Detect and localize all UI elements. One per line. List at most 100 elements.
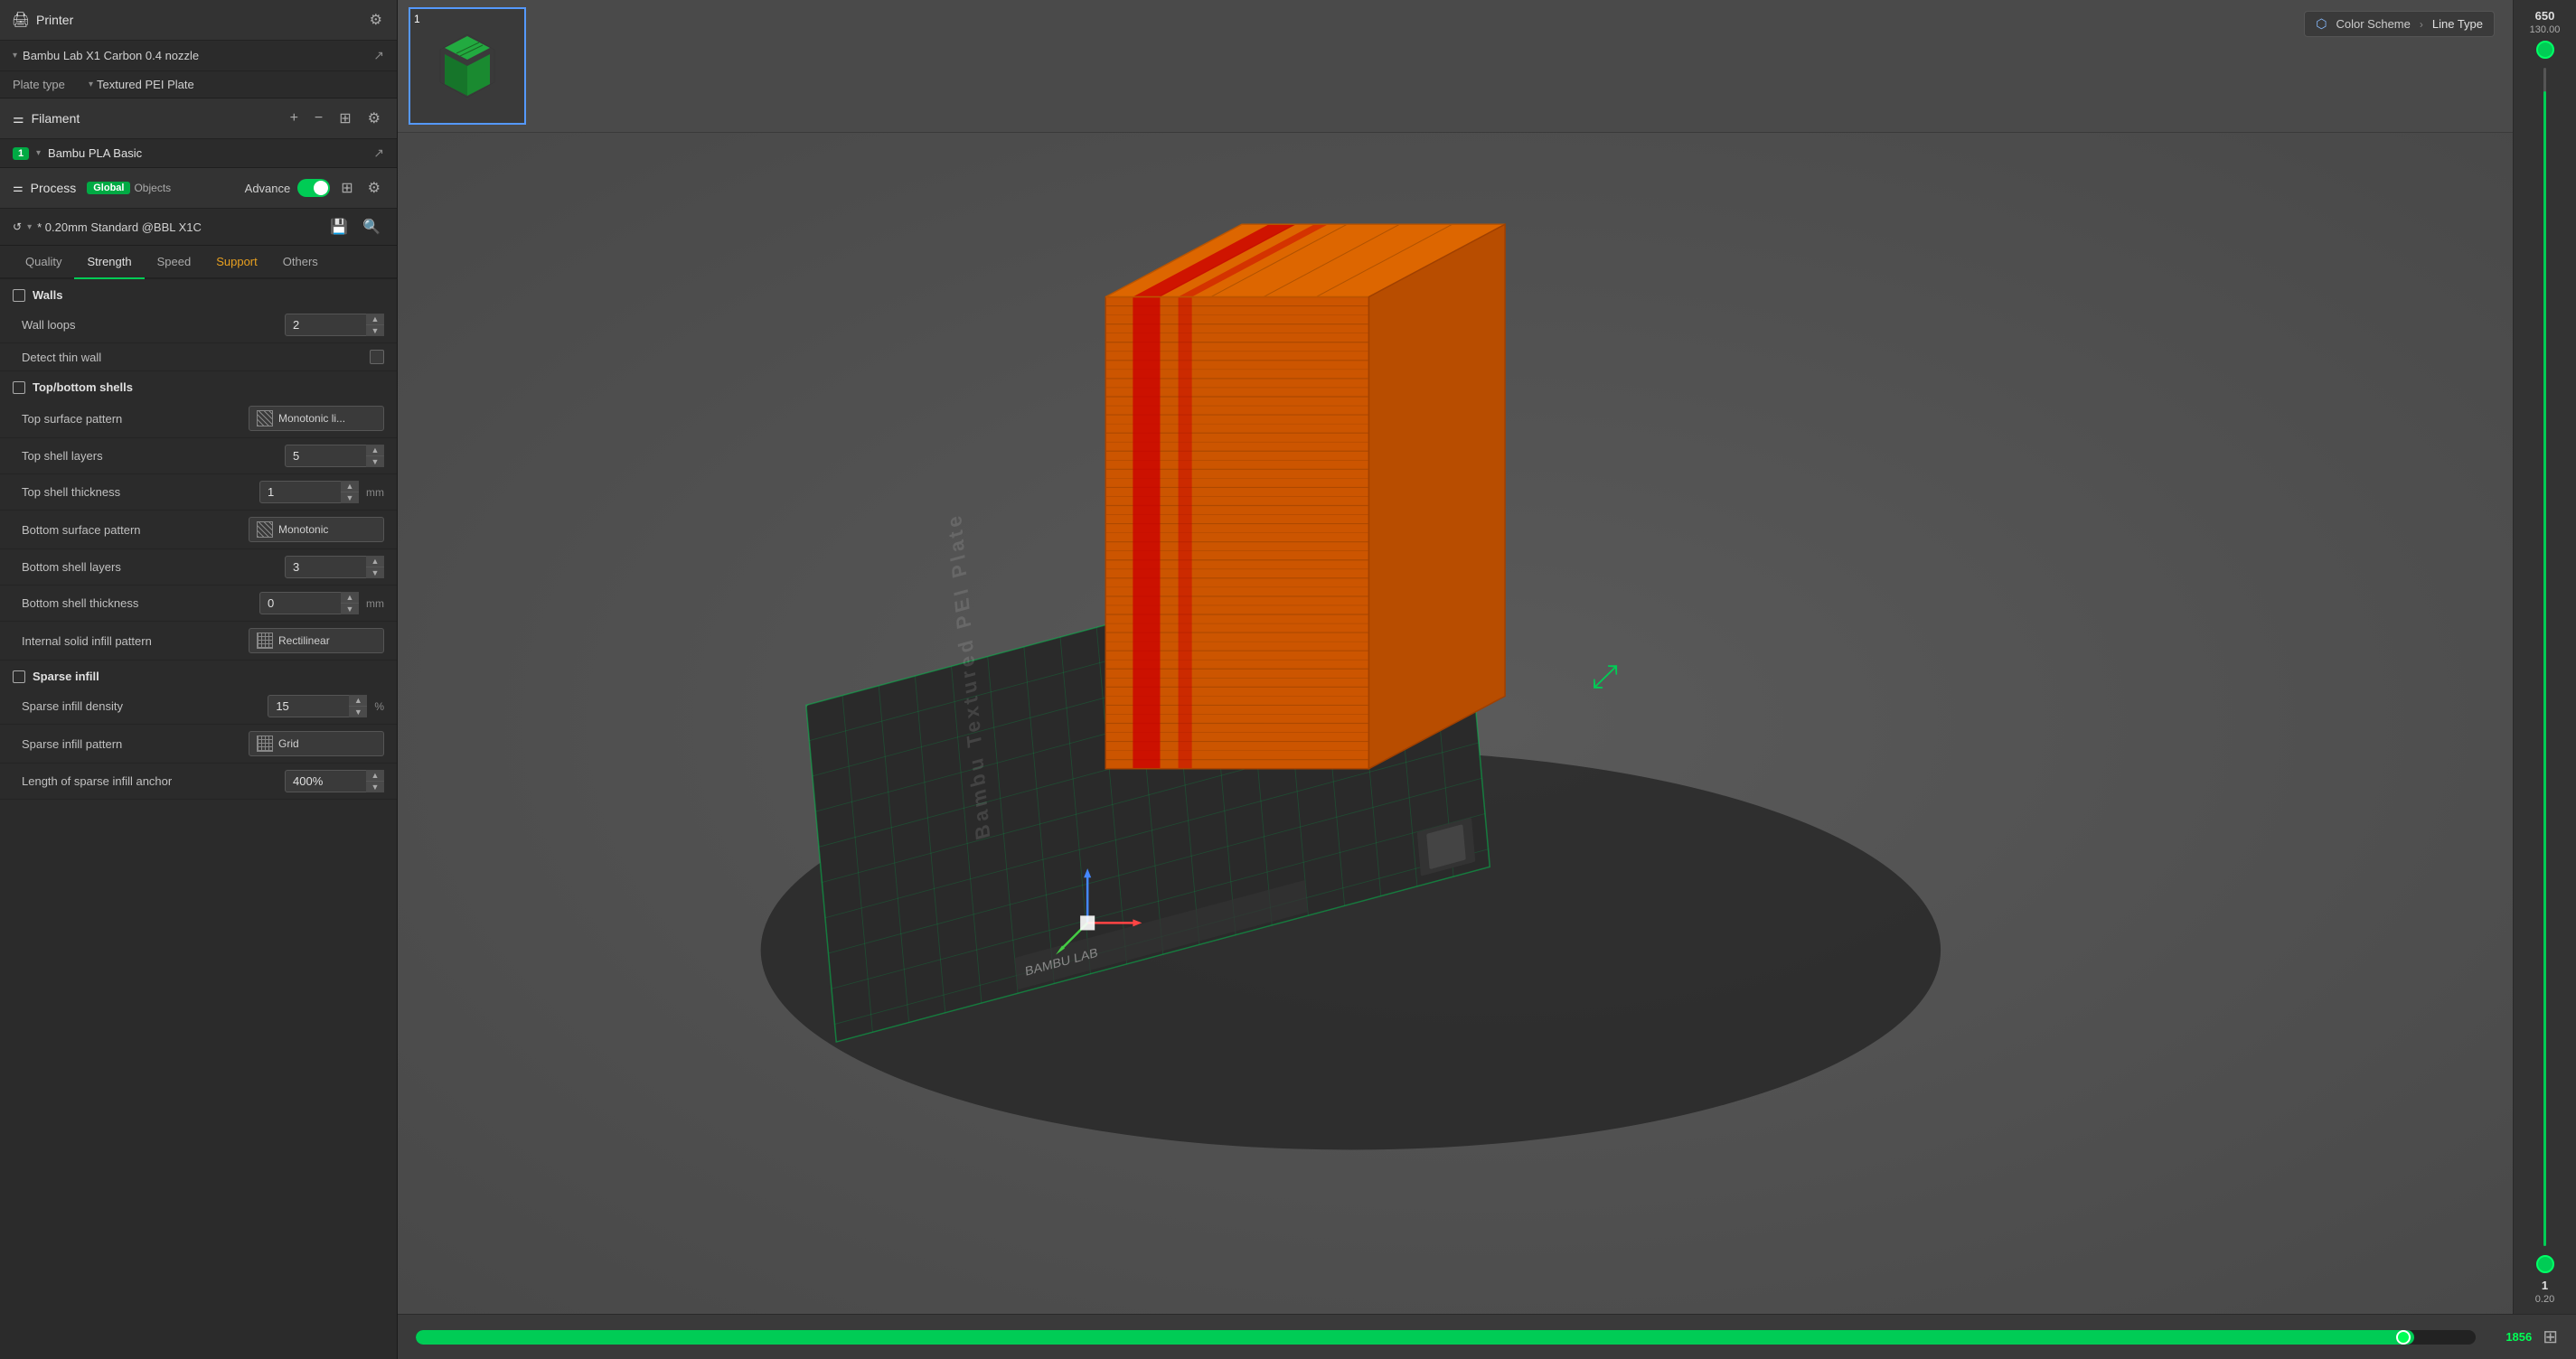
internal-solid-infill-value: Rectilinear (278, 634, 376, 647)
sparse-infill-density-unit: % (374, 700, 384, 713)
layer-slider-panel: 650 130.00 1 0.20 (2513, 0, 2576, 1314)
bottom-surface-pattern-dropdown[interactable]: Monotonic (249, 517, 384, 542)
top-shell-thickness-unit: mm (366, 486, 384, 499)
filament-controls: + − ⊞ ⚙ (287, 108, 384, 129)
shells-group-header: Top/bottom shells (0, 371, 397, 399)
layer-slider-fill (2543, 91, 2546, 1246)
filament-remove-button[interactable]: − (311, 108, 326, 128)
top-surface-pattern-icon (257, 410, 273, 426)
bottom-shell-thickness-up[interactable]: ▲ (341, 592, 359, 604)
wall-loops-spinners: ▲ ▼ (366, 314, 384, 336)
sparse-density-down[interactable]: ▼ (349, 707, 367, 717)
badge-global[interactable]: Global (87, 182, 130, 194)
internal-solid-infill-control: Rectilinear (249, 628, 384, 653)
filament-section-header: ⚌ Filament + − ⊞ ⚙ (0, 98, 397, 139)
top-shell-thickness-up[interactable]: ▲ (341, 481, 359, 492)
sparse-infill-density-label: Sparse infill density (22, 699, 268, 713)
internal-solid-infill-dropdown[interactable]: Rectilinear (249, 628, 384, 653)
top-shell-thickness-spinners: ▲ ▼ (341, 481, 359, 503)
sparse-infill-pattern-dropdown[interactable]: Grid (249, 731, 384, 756)
top-surface-pattern-dropdown[interactable]: Monotonic li... (249, 406, 384, 431)
filament-edit-icon[interactable]: ↗ (373, 145, 384, 161)
top-shell-layers-up[interactable]: ▲ (366, 445, 384, 456)
detect-thin-wall-checkbox[interactable] (370, 350, 384, 364)
sparse-anchor-row: Length of sparse infill anchor ▲ ▼ (0, 764, 397, 800)
thumbnail-bar: 1 (398, 0, 2576, 133)
sparse-anchor-control: ▲ ▼ (285, 770, 384, 792)
settings-content: Walls Wall loops ▲ ▼ Detect thin wall (0, 279, 397, 1359)
printer-icon: 🖨 (13, 12, 29, 28)
tab-speed[interactable]: Speed (145, 246, 204, 279)
sparse-infill-pattern-icon (257, 736, 273, 752)
filament-item-left: 1 ▾ Bambu PLA Basic (13, 146, 142, 160)
sparse-anchor-down[interactable]: ▼ (366, 782, 384, 792)
wall-loops-label: Wall loops (22, 318, 285, 332)
printer-edit-icon[interactable]: ↗ (373, 48, 384, 63)
top-surface-pattern-row: Top surface pattern Monotonic li... (0, 399, 397, 438)
tab-others[interactable]: Others (270, 246, 331, 279)
sparse-anchor-up[interactable]: ▲ (366, 770, 384, 782)
top-shell-layers-down[interactable]: ▼ (366, 456, 384, 467)
internal-solid-infill-icon (257, 633, 273, 649)
sparse-anchor-spinners: ▲ ▼ (366, 770, 384, 792)
bottom-shell-layers-row: Bottom shell layers ▲ ▼ (0, 549, 397, 586)
bottom-shell-layers-up[interactable]: ▲ (366, 556, 384, 567)
advance-toggle[interactable] (297, 179, 330, 197)
wall-loops-spinner-down[interactable]: ▼ (366, 325, 384, 336)
detect-thin-wall-label: Detect thin wall (22, 351, 370, 364)
printer-settings-button[interactable]: ⚙ (368, 9, 384, 31)
profile-search-button[interactable]: 🔍 (359, 216, 384, 238)
left-panel: 🖨 Printer ⚙ ▾ Bambu Lab X1 Carbon 0.4 no… (0, 0, 398, 1359)
plate-row: Plate type ▾ Textured PEI Plate (0, 71, 397, 98)
thumbnail-item-1[interactable]: 1 (409, 7, 526, 125)
profile-name-text: * 0.20mm Standard @BBL X1C (37, 220, 202, 234)
top-surface-pattern-control: Monotonic li... (249, 406, 384, 431)
profile-save-button[interactable]: 💾 (326, 216, 352, 238)
layer-stack-icon[interactable]: ⊞ (2543, 1326, 2558, 1348)
filament-list-button[interactable]: ⊞ (335, 108, 354, 129)
top-shell-thickness-down[interactable]: ▼ (341, 492, 359, 503)
layer-slider-track[interactable] (2543, 68, 2546, 1246)
bottom-shell-thickness-label: Bottom shell thickness (22, 596, 259, 610)
process-header-left: ⚌ Process Global Objects (13, 181, 171, 195)
profile-dropdown-arrow: ▾ (27, 222, 32, 232)
printer-header-left: 🖨 Printer (13, 12, 73, 28)
process-settings-button[interactable]: ⚙ (364, 177, 384, 199)
tab-quality[interactable]: Quality (13, 246, 74, 279)
sparse-anchor-label: Length of sparse infill anchor (22, 774, 285, 788)
sparse-infill-density-control: ▲ ▼ % (268, 695, 384, 717)
filament-item-arrow: ▾ (36, 148, 41, 158)
walls-group-icon (13, 289, 25, 302)
layer-slider-top-handle[interactable] (2536, 41, 2554, 59)
internal-solid-infill-label: Internal solid infill pattern (22, 634, 249, 648)
sparse-density-up[interactable]: ▲ (349, 695, 367, 707)
move-handle[interactable]: ⤢ (1592, 657, 1618, 694)
filament-header-left: ⚌ Filament (13, 111, 80, 127)
wall-loops-spinner-up[interactable]: ▲ (366, 314, 384, 325)
top-shell-layers-label: Top shell layers (22, 449, 285, 463)
internal-solid-infill-row: Internal solid infill pattern Rectilinea… (0, 622, 397, 661)
badge-objects[interactable]: Objects (134, 182, 171, 194)
filament-settings-button[interactable]: ⚙ (364, 108, 384, 129)
bottom-shell-thickness-input-wrap: ▲ ▼ (259, 592, 359, 614)
progress-bar (416, 1330, 2476, 1345)
bottom-shell-thickness-down[interactable]: ▼ (341, 604, 359, 614)
bottom-shell-layers-down[interactable]: ▼ (366, 567, 384, 578)
tab-support[interactable]: Support (203, 246, 270, 279)
color-scheme-bar: ⬡ Color Scheme › Line Type (2304, 11, 2495, 37)
filament-add-button[interactable]: + (287, 108, 302, 128)
layer-slider-bottom-handle[interactable] (2536, 1255, 2554, 1273)
tab-strength[interactable]: Strength (74, 246, 144, 279)
viewport: Bambu Textured PEI Plate BAMBU LAB (398, 133, 2576, 1314)
bottom-surface-pattern-icon (257, 521, 273, 538)
plate-value[interactable]: ▾ Textured PEI Plate (89, 78, 194, 91)
bottom-shell-thickness-spinners: ▲ ▼ (341, 592, 359, 614)
process-list-button[interactable]: ⊞ (337, 177, 356, 199)
sparse-infill-pattern-value: Grid (278, 737, 376, 750)
profile-icons: 💾 🔍 (326, 216, 384, 238)
sparse-infill-pattern-row: Sparse infill pattern Grid (0, 725, 397, 764)
shells-group-label: Top/bottom shells (33, 380, 133, 394)
sparse-infill-density-spinners: ▲ ▼ (349, 695, 367, 717)
process-section-header: ⚌ Process Global Objects Advance ⊞ ⚙ (0, 168, 397, 209)
plate-dropdown-arrow: ▾ (89, 80, 93, 89)
